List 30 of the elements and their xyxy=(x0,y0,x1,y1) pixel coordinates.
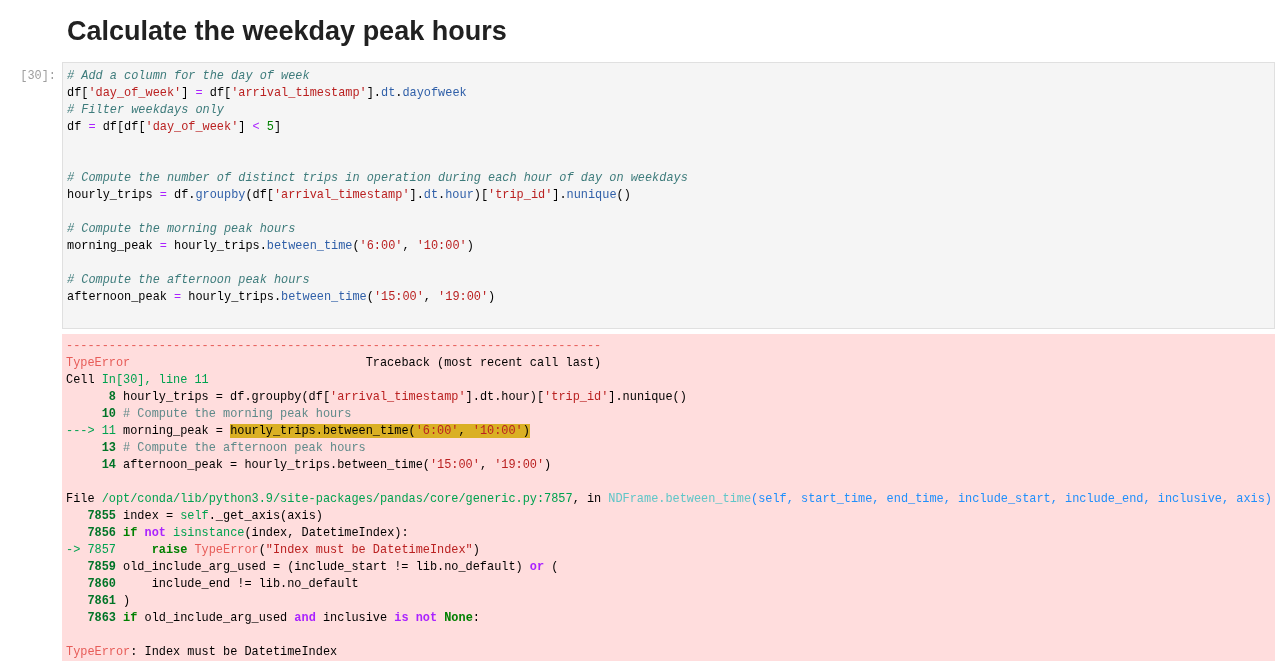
code-input-cell[interactable] xyxy=(62,62,1275,329)
traceback-line: 7859 old_include_arg_used = (include_start != lib.no_default) or ( xyxy=(86,559,559,576)
traceback-line: File /opt/conda/lib/python3.9/site-packages/pandas/core/generic.py:7857, in NDFrame.between_time(self, start_time, end_time, include_start, include_end, inclusive, axis) xyxy=(66,491,1272,508)
code-line: morning_peak = hourly_trips.between_time('6:00', '10:00') xyxy=(67,238,474,255)
section-heading: Calculate the weekday peak hours xyxy=(67,15,508,48)
code-line: hourly_trips = df.groupby(df['arrival_timestamp'].dt.hour)['trip_id'].nunique() xyxy=(67,187,631,204)
code-line: df = df[df['day_of_week'] < 5] xyxy=(67,119,282,136)
traceback-line: 7856 if not isinstance(index, DatetimeIndex): xyxy=(86,525,409,542)
traceback-line: ---> 11 morning_peak = hourly_trips.between_time('6:00', '10:00') xyxy=(66,423,530,440)
traceback-line: 10 # Compute the morning peak hours xyxy=(100,406,352,423)
code-line: afternoon_peak = hourly_trips.between_time('15:00', '19:00') xyxy=(67,289,496,306)
traceback-line: 7863 if old_include_arg_used and inclusive is not None: xyxy=(86,610,480,627)
traceback-line: 14 afternoon_peak = hourly_trips.between_time('15:00', '19:00') xyxy=(100,457,552,474)
traceback-line: 7860 include_end != lib.no_default xyxy=(86,576,359,593)
traceback-line: TypeError Traceback (most recent call last) xyxy=(66,355,602,372)
code-line: df['day_of_week'] = df['arrival_timestamp'].dt.dayofweek xyxy=(67,85,467,102)
code-line: # Compute the morning peak hours xyxy=(67,221,296,238)
traceback-line: -> 7857 raise TypeError("Index must be DatetimeIndex") xyxy=(66,542,480,559)
traceback-line: 7855 index = self._get_axis(axis) xyxy=(86,508,323,525)
traceback-line: Cell In[30], line 11 xyxy=(66,372,209,389)
traceback-line: 7861 ) xyxy=(86,593,131,610)
cell-prompt: [30]: xyxy=(19,68,57,85)
traceback-line: TypeError: Index must be DatetimeIndex xyxy=(66,644,338,661)
code-line: # Compute the number of distinct trips in operation during each hour of day on weekdays xyxy=(67,170,688,187)
code-line: # Compute the afternoon peak hours xyxy=(67,272,310,289)
code-line: # Filter weekdays only xyxy=(67,102,224,119)
code-line: # Add a column for the day of week xyxy=(67,68,310,85)
traceback-line: 8 hourly_trips = df.groupby(df['arrival_timestamp'].dt.hour)['trip_id'].nunique() xyxy=(107,389,687,406)
traceback-line: 13 # Compute the afternoon peak hours xyxy=(100,440,366,457)
traceback-line: --------------------------------------------------------------------------- xyxy=(66,338,602,355)
